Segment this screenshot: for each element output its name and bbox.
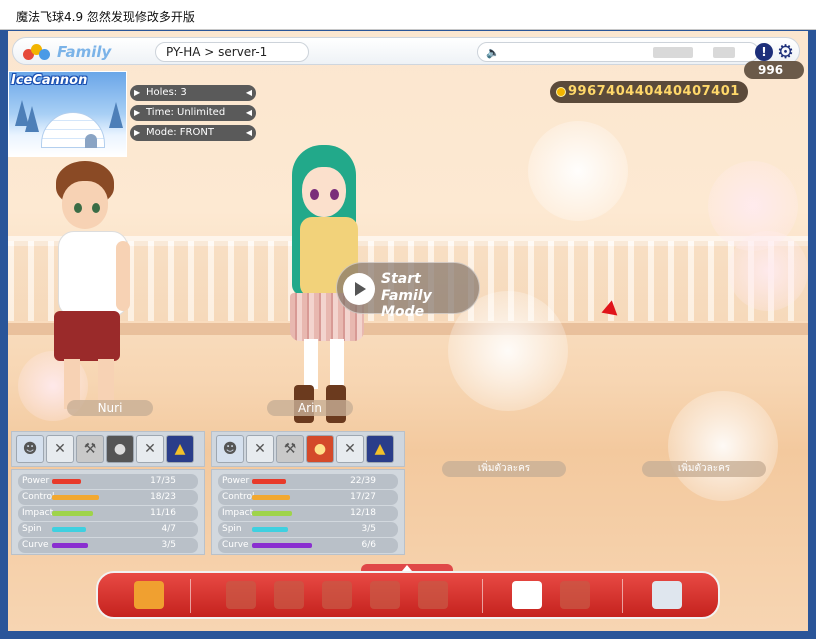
arrow-left-icon[interactable]: ◀ [246,105,252,121]
character-portrait-icon[interactable]: ☻ [216,435,244,463]
stat-control: Control 18/23 [18,490,198,505]
stat-impact: Impact 11/16 [18,506,198,521]
stat-curve: Curve 3/5 [18,538,198,553]
igloo-door [85,134,97,148]
blossom-decoration [728,231,808,311]
family-icon [23,44,51,62]
course-name: IceCannon [11,73,88,88]
menu-divider [482,579,483,613]
shop-icon[interactable] [226,581,256,609]
alert-icon[interactable]: ! [755,43,773,61]
stats-panel-arin: Power 22/39 Control 17/27 Impact 12/18 Spin… [211,469,405,555]
light-glow [668,391,778,501]
play-triangle [355,282,366,296]
arrow-right-icon[interactable]: ▶ [134,105,140,121]
window-title: 魔法飞球4.9 忽然发现修改多开版 [16,10,195,24]
card-item-icon[interactable]: ▲ [366,435,394,463]
house-icon[interactable] [370,581,400,609]
character-eye [92,203,100,213]
character-portrait-icon[interactable]: ☻ [16,435,44,463]
cards-icon[interactable] [322,581,352,609]
menu-divider [622,579,623,613]
tree-icon [25,106,39,132]
arrow-left-icon[interactable]: ◀ [246,125,252,141]
character-eye [310,189,319,200]
currency-display: 996740440440407401 [550,81,748,103]
start-mode-label: Family Mode [381,288,432,320]
home-lobby-icon[interactable] [512,581,542,609]
ball-item-icon[interactable]: ● [306,435,334,463]
light-glow [528,121,628,221]
arrow-right-icon[interactable]: ▶ [134,125,140,141]
holes-label: Holes: 3 [146,87,187,98]
stat-power: Power 22/39 [218,474,398,489]
server-selector[interactable]: PY-HA > server-1 [155,42,309,62]
community-icon[interactable] [560,581,590,609]
chat-placeholder-block [653,47,693,58]
background-floor-edge [8,323,808,335]
mode-label: Mode: FRONT [146,127,214,138]
character-shorts [54,311,120,361]
inventory-icon[interactable] [274,581,304,609]
character-eye [74,203,82,213]
empty-slot-icon[interactable]: ✕ [46,435,74,463]
stats-panel-nuri: Power 17/35 Control 18/23 Impact 11/16 Spin… [11,469,205,555]
mode-selector[interactable]: ▶ Mode: FRONT ◀ [130,125,256,141]
character-eye [330,189,339,200]
exit-door-icon[interactable] [134,581,164,609]
player-name-nuri: Nuri [67,400,153,416]
gift-icon[interactable] [418,581,448,609]
options-icon[interactable] [652,581,682,609]
currency-amount: 996740440440407401 [568,84,740,99]
stat-control: Control 17/27 [218,490,398,505]
club-item-icon[interactable]: ⚒ [276,435,304,463]
equipment-bar-arin: ☻ ✕ ⚒ ● ✕ ▲ [211,431,405,467]
character-arm [116,241,130,311]
game-viewport: Family PY-HA > server-1 🔈 ! ⚙ 996 996740… [8,31,808,631]
card-item-icon[interactable]: ▲ [166,435,194,463]
course-thumbnail[interactable]: IceCannon [8,71,127,157]
player-name-arin: Arin [267,400,353,416]
arrow-right-icon[interactable]: ▶ [134,85,140,101]
character-leg [304,339,318,389]
character-face [302,167,346,217]
start-family-mode-button[interactable]: Start Family Mode [336,262,480,320]
gear-icon[interactable]: ⚙ [777,41,794,63]
add-character-slot-3[interactable]: เพิ่มตัวละคร [442,461,566,477]
coin-icon [556,87,566,97]
speaker-icon: 🔈 [486,46,500,59]
arrow-left-icon[interactable]: ◀ [246,85,252,101]
tree-icon [109,102,123,128]
equipment-bar-nuri: ☻ ✕ ⚒ ● ✕ ▲ [11,431,205,467]
chat-placeholder-block [713,47,735,58]
empty-slot-icon[interactable]: ✕ [336,435,364,463]
time-label: Time: Unlimited [146,107,226,118]
stat-curve: Curve 6/6 [218,538,398,553]
title-bar: 魔法飞球4.9 忽然发现修改多开版 [0,0,816,30]
holes-selector[interactable]: ▶ Holes: 3 ◀ [130,85,256,101]
family-mode-logo: Family [23,42,143,64]
menu-divider [190,579,191,613]
empty-slot-icon[interactable]: ✕ [246,435,274,463]
club-item-icon[interactable]: ⚒ [76,435,104,463]
stat-spin: Spin 4/7 [18,522,198,537]
add-character-slot-4[interactable]: เพิ่มตัวละคร [642,461,766,477]
start-label: Start [381,271,421,287]
time-selector[interactable]: ▶ Time: Unlimited ◀ [130,105,256,121]
character-face [62,181,108,229]
empty-slot-icon[interactable]: ✕ [136,435,164,463]
stat-power: Power 17/35 [18,474,198,489]
stat-spin: Spin 3/5 [218,522,398,537]
stat-impact: Impact 12/18 [218,506,398,521]
ball-item-icon[interactable]: ● [106,435,134,463]
bottom-menu [96,571,720,619]
top-bar: Family PY-HA > server-1 🔈 ! ⚙ [12,37,800,65]
currency-small: 996 [744,61,804,79]
mode-label: Family [57,43,112,61]
character-leg [330,339,344,389]
game-window: 魔法飞球4.9 忽然发现修改多开版 Family PY-HA > server-… [0,0,816,639]
chat-input[interactable]: 🔈 [477,42,759,62]
